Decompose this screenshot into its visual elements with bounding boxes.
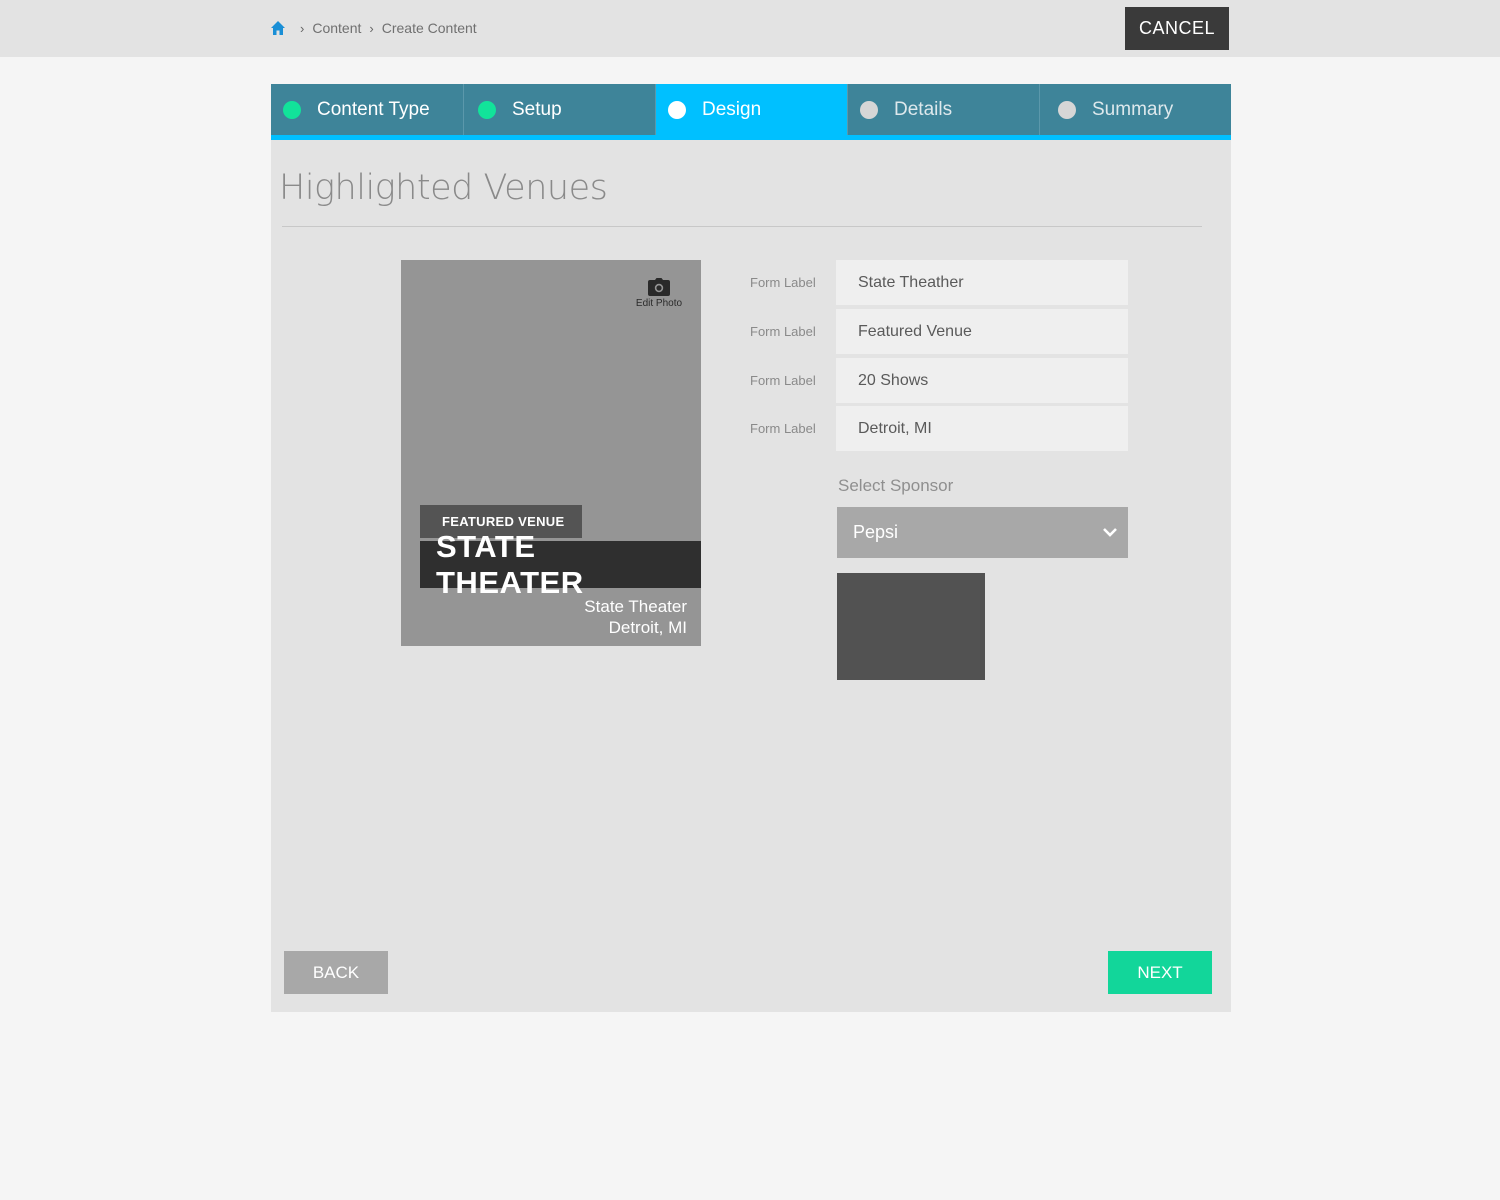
divider <box>282 226 1202 227</box>
cancel-button[interactable]: CANCEL <box>1125 7 1229 50</box>
breadcrumb: › Content › Create Content <box>270 19 477 37</box>
venue-name-input[interactable] <box>836 260 1128 305</box>
venue-subtitle: State Theater Detroit, MI <box>584 596 687 638</box>
venue-subtitle-name: State Theater <box>584 597 687 616</box>
step-label: Design <box>702 98 762 120</box>
venue-tag-input[interactable] <box>836 309 1128 354</box>
form-label: Form Label <box>750 324 816 339</box>
step-summary[interactable]: Summary <box>1039 84 1231 135</box>
chevron-down-icon <box>1103 528 1117 537</box>
step-label: Summary <box>1092 98 1174 120</box>
home-icon[interactable] <box>270 20 286 36</box>
sponsor-label: Select Sponsor <box>838 476 954 495</box>
breadcrumb-item-create-content: Create Content <box>381 20 477 36</box>
step-label: Setup <box>512 98 562 120</box>
breadcrumb-item-content[interactable]: Content <box>312 20 361 36</box>
form-row: Form Label <box>750 260 1128 305</box>
step-status-icon <box>860 100 878 119</box>
edit-photo-label: Edit Photo <box>635 298 683 309</box>
breadcrumb-separator-icon: › <box>300 20 305 36</box>
location-input[interactable] <box>836 406 1128 451</box>
form-label: Form Label <box>750 373 816 388</box>
form-label: Form Label <box>750 275 816 290</box>
step-status-icon <box>1058 100 1076 119</box>
camera-icon <box>648 278 670 296</box>
step-status-icon <box>668 100 686 119</box>
step-navigation: Content Type Setup Design Details Summar… <box>271 84 1231 140</box>
step-label: Details <box>894 98 953 120</box>
wizard-panel: Content Type Setup Design Details Summar… <box>271 84 1231 1012</box>
step-status-icon <box>283 100 301 119</box>
step-setup[interactable]: Setup <box>463 84 655 135</box>
sponsor-select[interactable]: Pepsi <box>837 507 1128 558</box>
sponsor-logo-placeholder <box>837 573 985 680</box>
form-row: Form Label <box>750 406 1128 451</box>
step-details[interactable]: Details <box>847 84 1039 135</box>
step-status-icon <box>478 100 496 119</box>
venue-preview-card: Edit Photo FEATURED VENUE STATE THEATER … <box>401 260 701 646</box>
edit-photo-button[interactable]: Edit Photo <box>627 278 691 309</box>
venue-name-title: STATE THEATER <box>420 529 701 600</box>
step-label: Content Type <box>317 98 430 120</box>
next-button[interactable]: NEXT <box>1108 951 1212 994</box>
top-bar: › Content › Create Content CANCEL <box>0 0 1500 57</box>
form-row: Form Label <box>750 358 1128 403</box>
form-row: Form Label <box>750 309 1128 354</box>
page-title: Highlighted Venues <box>279 168 608 208</box>
step-content-type[interactable]: Content Type <box>271 84 463 135</box>
sponsor-selected-value: Pepsi <box>853 522 899 542</box>
back-button[interactable]: BACK <box>284 951 388 994</box>
shows-count-input[interactable] <box>836 358 1128 403</box>
form-label: Form Label <box>750 421 816 436</box>
venue-subtitle-location: Detroit, MI <box>608 618 687 637</box>
breadcrumb-separator-icon: › <box>369 20 374 36</box>
step-design[interactable]: Design <box>655 84 847 135</box>
